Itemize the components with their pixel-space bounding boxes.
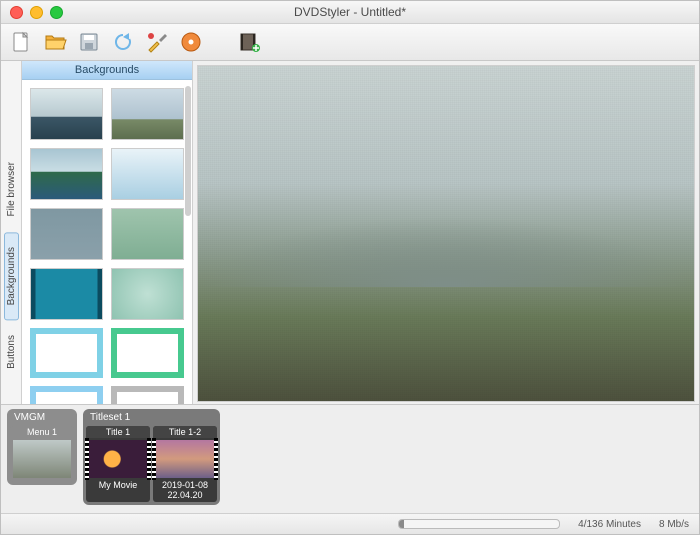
burn-button[interactable] <box>177 28 205 56</box>
disc-usage-fill <box>399 520 404 528</box>
titlebar: DVDStyler - Untitled* <box>1 1 699 24</box>
menu-canvas[interactable] <box>197 65 695 402</box>
open-button[interactable] <box>41 28 69 56</box>
side-tab-strip: File browser Backgrounds Buttons <box>1 61 22 404</box>
backgrounds-grid <box>22 80 192 404</box>
timeline-clip-menu[interactable]: Menu 1 <box>10 426 74 482</box>
close-window-button[interactable] <box>10 6 23 19</box>
clip-thumb <box>156 440 214 478</box>
clip-thumb <box>13 440 71 478</box>
add-video-button[interactable] <box>235 28 263 56</box>
side-tab-buttons[interactable]: Buttons <box>4 320 19 384</box>
bg-thumb[interactable] <box>30 328 103 378</box>
bg-thumb[interactable] <box>30 148 103 200</box>
backgrounds-scrollbar[interactable] <box>185 86 191 216</box>
timeline-group-vmgm[interactable]: VMGM Menu 1 <box>7 409 77 485</box>
bg-thumb[interactable] <box>30 268 103 320</box>
timeline-clip[interactable]: Title 1-2 2019-01-08 22.04.20 <box>153 426 217 502</box>
status-bitrate: 8 Mb/s <box>659 519 689 530</box>
preview-pane <box>193 61 699 404</box>
bg-thumb[interactable] <box>30 208 103 260</box>
refresh-button[interactable] <box>109 28 137 56</box>
backgrounds-panel-title: Backgrounds <box>22 61 192 80</box>
burn-disc-icon <box>179 30 203 54</box>
side-tab-backgrounds[interactable]: Backgrounds <box>4 232 19 320</box>
disc-usage-bar <box>398 519 560 529</box>
toolbar <box>1 24 699 61</box>
clip-caption: My Movie <box>99 480 138 490</box>
minimize-window-button[interactable] <box>30 6 43 19</box>
status-minutes: 4/136 Minutes <box>578 519 641 530</box>
backgrounds-panel: Backgrounds <box>22 61 193 404</box>
save-icon <box>77 30 101 54</box>
timeline-group-label: VMGM <box>10 411 74 426</box>
new-file-button[interactable] <box>7 28 35 56</box>
bg-thumb[interactable] <box>111 88 184 140</box>
refresh-icon <box>111 30 135 54</box>
clip-head: Title 1 <box>86 426 150 438</box>
settings-button[interactable] <box>143 28 171 56</box>
zoom-window-button[interactable] <box>50 6 63 19</box>
bg-thumb[interactable] <box>111 328 184 378</box>
bg-thumb[interactable] <box>111 208 184 260</box>
tools-icon <box>145 30 169 54</box>
clip-head: Menu 1 <box>10 426 74 438</box>
window-title: DVDStyler - Untitled* <box>1 5 699 19</box>
add-video-icon <box>237 30 261 54</box>
bg-thumb[interactable] <box>111 268 184 320</box>
canvas-landscape <box>198 187 694 288</box>
bg-thumb[interactable] <box>111 148 184 200</box>
bg-thumb[interactable] <box>30 386 103 404</box>
clip-thumb <box>89 440 147 478</box>
side-tab-file-browser[interactable]: File browser <box>4 147 19 231</box>
bg-thumb[interactable] <box>30 88 103 140</box>
timeline-group-label: Titleset 1 <box>86 411 217 426</box>
clip-head: Title 1-2 <box>153 426 217 438</box>
new-file-icon <box>9 30 33 54</box>
open-folder-icon <box>43 30 67 54</box>
timeline-group-titleset[interactable]: Titleset 1 Title 1 My Movie Title 1-2 20… <box>83 409 220 505</box>
timeline: VMGM Menu 1 Titleset 1 Title 1 My Movie … <box>1 404 699 513</box>
timeline-clip[interactable]: Title 1 My Movie <box>86 426 150 502</box>
clip-caption: 2019-01-08 22.04.20 <box>153 480 217 500</box>
bg-thumb[interactable] <box>111 386 184 404</box>
status-bar: 4/136 Minutes 8 Mb/s <box>1 513 699 534</box>
save-button[interactable] <box>75 28 103 56</box>
